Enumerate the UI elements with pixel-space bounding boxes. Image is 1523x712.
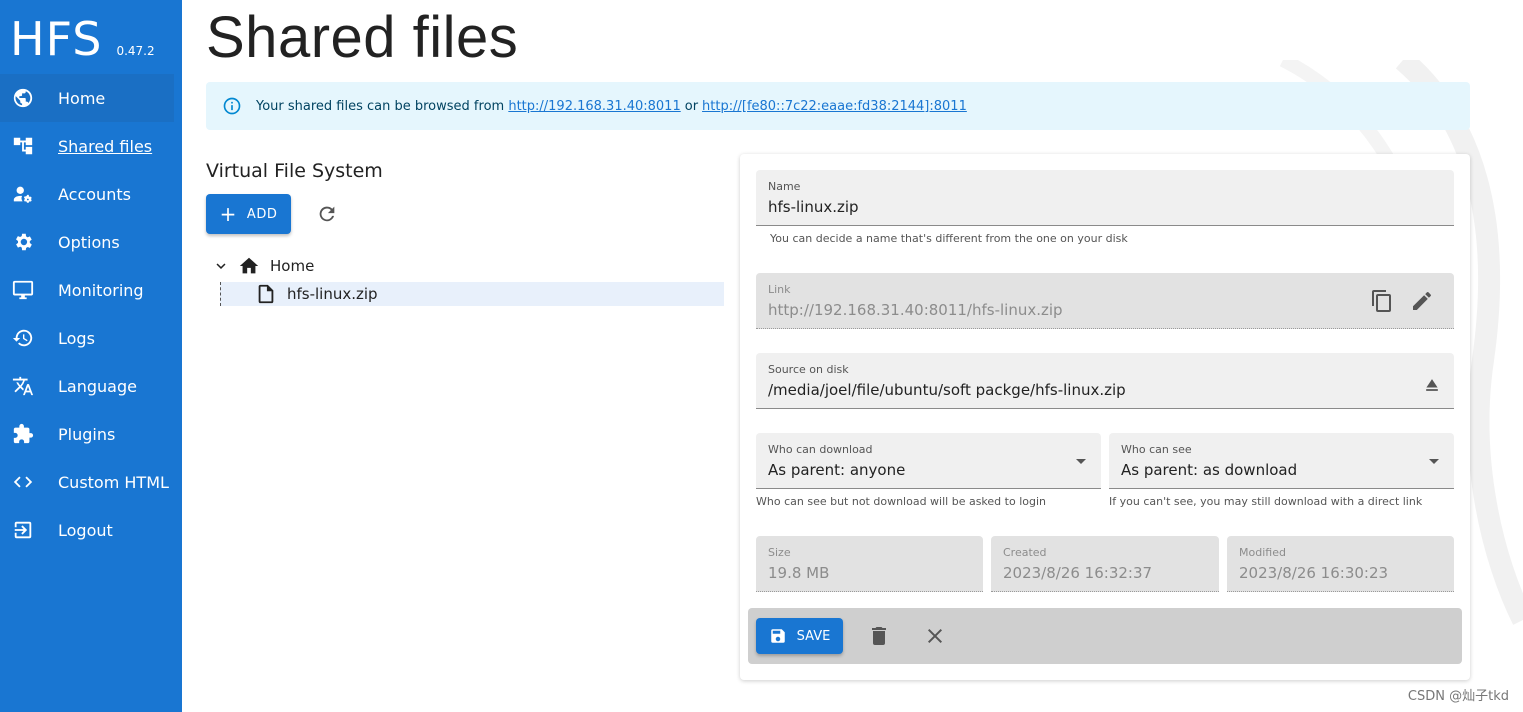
source-label: Source on disk (768, 363, 849, 376)
translate-icon (12, 375, 34, 397)
accounts-icon (12, 183, 34, 205)
brand-title: HFS (10, 12, 103, 66)
nav-item-language[interactable]: Language (0, 362, 182, 410)
dropdown-arrow-icon[interactable] (1422, 449, 1446, 473)
chevron-down-icon[interactable] (212, 257, 230, 275)
page-title: Shared files (206, 5, 519, 70)
info-link-ipv6[interactable]: http://[fe80::7c22:eaae:fd38:2144]:8011 (702, 99, 967, 114)
gear-icon (12, 231, 34, 253)
watermark: CSDN @灿子tkd (1407, 689, 1509, 704)
vfs-title: Virtual File System (206, 160, 383, 182)
nav-item-options[interactable]: Options (0, 218, 182, 266)
nav-item-home[interactable]: Home (0, 74, 174, 122)
nav-item-logout[interactable]: Logout (0, 506, 182, 554)
name-field[interactable]: Name hfs-linux.zip (756, 170, 1454, 226)
tree-node-label: Home (270, 257, 315, 275)
created-label: Created (1003, 546, 1047, 559)
size-label: Size (768, 546, 791, 559)
size-value: 19.8 MB (768, 564, 830, 582)
see-helper: If you can't see, you may still download… (1109, 495, 1423, 508)
monitor-icon (12, 279, 34, 301)
modified-label: Modified (1239, 546, 1286, 559)
file-details-panel: Name hfs-linux.zip You can decide a name… (740, 154, 1470, 680)
nav-label: Custom HTML (58, 472, 169, 492)
size-field: Size 19.8 MB (756, 536, 983, 592)
puzzle-icon (12, 423, 34, 445)
nav-label: Language (58, 376, 137, 396)
created-value: 2023/8/26 16:32:37 (1003, 564, 1153, 582)
nav-label: Logs (58, 328, 95, 348)
add-button[interactable]: + ADD (206, 194, 291, 234)
nav-label: Options (58, 232, 120, 252)
plus-icon: + (219, 202, 237, 226)
tree-icon (12, 135, 34, 157)
info-link-ipv4[interactable]: http://192.168.31.40:8011 (508, 99, 680, 114)
link-label: Link (768, 283, 791, 296)
edit-icon[interactable] (1410, 289, 1434, 313)
tree-node-home[interactable]: Home (212, 254, 314, 278)
sidebar: HFS 0.47.2 Home Shared files Accounts Op… (0, 0, 182, 712)
download-helper: Who can see but not download will be ask… (756, 495, 1046, 508)
add-button-label: ADD (246, 206, 278, 222)
tree-node-label: hfs-linux.zip (287, 285, 378, 303)
name-value: hfs-linux.zip (768, 198, 859, 216)
created-field: Created 2023/8/26 16:32:37 (991, 536, 1219, 592)
action-bar: SAVE (748, 608, 1462, 664)
who-can-download-select[interactable]: Who can download As parent: anyone (756, 433, 1101, 489)
info-alert: Your shared files can be browsed from ht… (206, 82, 1470, 130)
nav-item-accounts[interactable]: Accounts (0, 170, 182, 218)
nav-item-custom-html[interactable]: Custom HTML (0, 458, 182, 506)
nav-menu: Home Shared files Accounts Options Monit… (0, 74, 182, 554)
tree-node-file[interactable]: hfs-linux.zip (220, 282, 724, 306)
brand-version: 0.47.2 (116, 44, 155, 58)
nav-label: Monitoring (58, 280, 144, 300)
see-value: As parent: as download (1121, 461, 1298, 479)
save-button-label: SAVE (796, 628, 831, 644)
info-or: or (684, 98, 699, 114)
history-icon (12, 327, 34, 349)
nav-item-plugins[interactable]: Plugins (0, 410, 182, 458)
nav-item-monitoring[interactable]: Monitoring (0, 266, 182, 314)
save-button[interactable]: SAVE (756, 618, 843, 654)
save-icon (770, 629, 785, 643)
home-icon (238, 255, 260, 277)
nav-item-logs[interactable]: Logs (0, 314, 182, 362)
refresh-icon (319, 206, 335, 222)
eject-icon[interactable] (1422, 375, 1442, 395)
name-helper: You can decide a name that's different f… (770, 232, 1128, 245)
download-value: As parent: anyone (768, 461, 906, 479)
logout-icon (12, 519, 34, 541)
see-label: Who can see (1121, 443, 1192, 456)
info-icon (223, 97, 241, 115)
file-icon (255, 283, 277, 305)
nav-label: Accounts (58, 184, 131, 204)
link-field: Link http://192.168.31.40:8011/hfs-linux… (756, 273, 1454, 329)
modified-value: 2023/8/26 16:30:23 (1239, 564, 1389, 582)
link-value: http://192.168.31.40:8011/hfs-linux.zip (768, 301, 1063, 319)
download-label: Who can download (768, 443, 873, 456)
nav-label: Home (58, 88, 106, 108)
name-label: Name (768, 180, 801, 193)
brand: HFS 0.47.2 (10, 14, 155, 64)
copy-icon[interactable] (1370, 289, 1394, 313)
delete-icon[interactable] (867, 624, 891, 648)
modified-field: Modified 2023/8/26 16:30:23 (1227, 536, 1454, 592)
nav-label: Shared files (58, 136, 153, 156)
refresh-button[interactable] (314, 201, 340, 227)
dropdown-arrow-icon[interactable] (1069, 449, 1093, 473)
close-icon[interactable] (923, 624, 947, 648)
who-can-see-select[interactable]: Who can see As parent: as download (1109, 433, 1454, 489)
source-value: /media/joel/file/ubuntu/soft packge/hfs-… (768, 381, 1126, 399)
nav-label: Logout (58, 520, 113, 540)
globe-icon (12, 87, 34, 109)
nav-label: Plugins (58, 424, 116, 444)
code-icon (12, 471, 34, 493)
info-text: Your shared files can be browsed from (256, 98, 505, 114)
source-field[interactable]: Source on disk /media/joel/file/ubuntu/s… (756, 353, 1454, 409)
nav-item-shared-files[interactable]: Shared files (0, 122, 182, 170)
